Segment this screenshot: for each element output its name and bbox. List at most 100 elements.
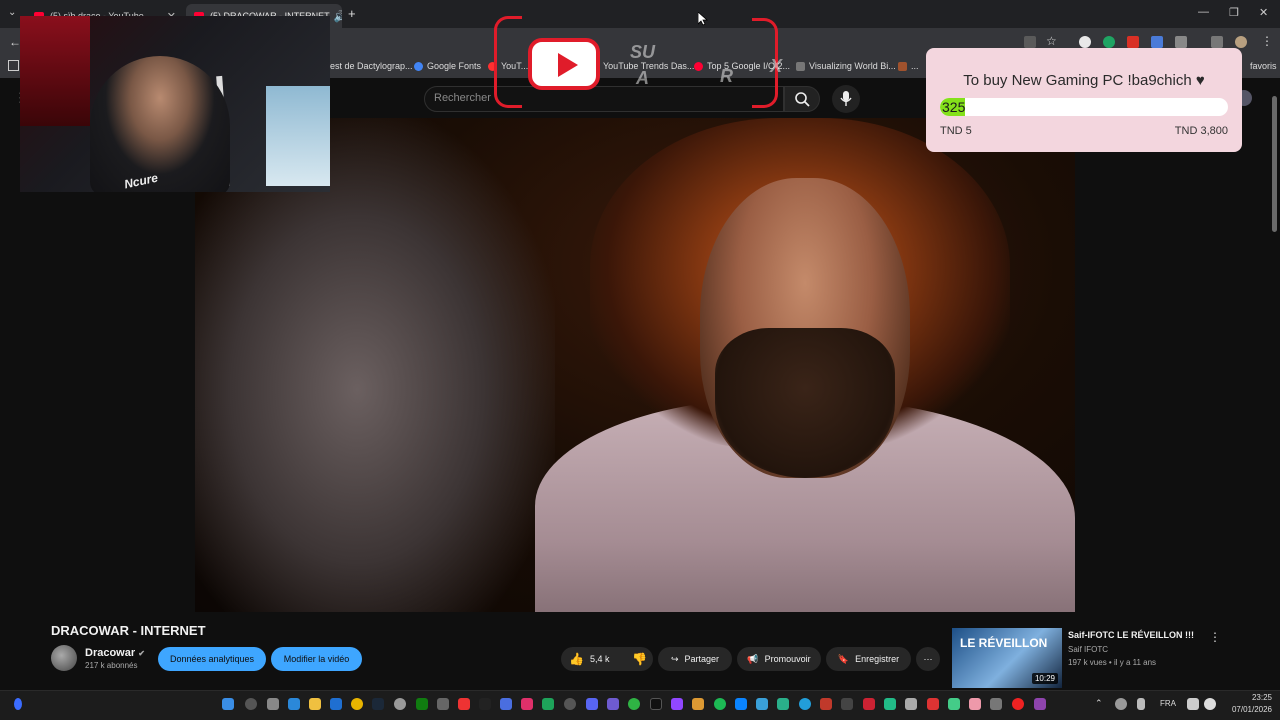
more-actions-button[interactable]: ⋯: [916, 647, 940, 671]
scrollbar-thumb[interactable]: [1272, 96, 1277, 232]
tray-cloud-icon[interactable]: [1115, 698, 1127, 710]
suggested-video-title[interactable]: Saif-IFOTC LE RÉVEILLON !!!: [1068, 630, 1194, 640]
taskbar-app-icon[interactable]: [628, 698, 640, 710]
taskbar-app-icon[interactable]: [905, 698, 917, 710]
cast-icon[interactable]: [1024, 36, 1036, 48]
taskbar-app-icon[interactable]: [437, 698, 449, 710]
browser-menu-icon[interactable]: ⋮: [1261, 34, 1273, 48]
bookmark-visualizing[interactable]: Visualizing World Bi...: [796, 61, 896, 71]
minimize-button[interactable]: —: [1198, 6, 1209, 18]
donation-goal-max: TND 3,800: [1174, 125, 1228, 137]
channel-name[interactable]: Dracowar ✔: [85, 647, 145, 659]
taskbar-app-icon[interactable]: [756, 698, 768, 710]
suggested-more-icon[interactable]: ⋮: [1209, 630, 1221, 644]
taskbar-app-icon[interactable]: [521, 698, 533, 710]
donation-goal-progress-bar: [940, 98, 1228, 116]
taskbar-app-icon[interactable]: [841, 698, 853, 710]
promote-button[interactable]: 📢 Promouvoir: [737, 647, 821, 671]
taskbar-app-icon[interactable]: [394, 698, 406, 710]
share-button[interactable]: ↪ Partager: [658, 647, 732, 671]
record-icon[interactable]: [1012, 698, 1024, 710]
tray-time[interactable]: 23:25: [1238, 693, 1272, 702]
taskbar-app-icon[interactable]: [479, 698, 491, 710]
suggested-video-thumbnail[interactable]: LE RÉVEILLON 10:29: [952, 628, 1062, 688]
search-input[interactable]: Rechercher: [434, 92, 491, 104]
tray-mic-icon[interactable]: [1137, 698, 1145, 710]
bookmark-google-fonts[interactable]: Google Fonts: [414, 61, 481, 71]
close-window-button[interactable]: ✕: [1259, 6, 1268, 19]
channel-avatar[interactable]: [51, 645, 77, 671]
voice-search-button[interactable]: [832, 85, 860, 113]
taskbar-app-icon[interactable]: [927, 698, 939, 710]
tray-date[interactable]: 07/01/2026: [1226, 705, 1272, 714]
tray-chevron-icon[interactable]: ⌃: [1095, 698, 1103, 709]
tray-volume-icon[interactable]: [1204, 698, 1216, 710]
extension-translate-icon[interactable]: [1151, 36, 1163, 48]
tray-language[interactable]: FRA: [1160, 699, 1176, 708]
taskbar-app-icon[interactable]: [692, 698, 704, 710]
edit-video-button[interactable]: Modifier la vidéo: [271, 647, 362, 671]
taskbar-app-icon[interactable]: [458, 698, 470, 710]
save-button[interactable]: 🔖 Enregistrer: [826, 647, 911, 671]
bookmark-dactylographie[interactable]: est de Dactylograp...: [330, 61, 413, 71]
file-explorer-icon[interactable]: [309, 698, 321, 710]
taskbar-app-icon[interactable]: [884, 698, 896, 710]
taskbar-app-icon[interactable]: [969, 698, 981, 710]
bookmark-icon: 🔖: [837, 653, 850, 664]
profile-avatar-icon[interactable]: [1235, 36, 1247, 48]
telegram-icon[interactable]: [799, 698, 811, 710]
taskbar-app-icon[interactable]: [735, 698, 747, 710]
suggested-video-channel[interactable]: Saif IFOTC: [1068, 645, 1108, 654]
extension-grammarly-icon[interactable]: [1103, 36, 1115, 48]
page-icon: [898, 61, 907, 71]
mouse-cursor-icon: [698, 12, 708, 26]
extension-red-icon[interactable]: [1127, 36, 1139, 48]
overlay-letter-r: R: [720, 66, 733, 86]
analytics-button[interactable]: Données analytiques: [158, 647, 266, 671]
bookmark-misc[interactable]: ...: [898, 61, 919, 71]
like-dislike-group: 👍 5,4 k 👍: [561, 647, 653, 671]
subscriber-count: 217 k abonnés: [85, 661, 138, 670]
media-controls-icon[interactable]: [1211, 36, 1223, 48]
star-bookmark-icon[interactable]: ☆: [1046, 34, 1057, 48]
taskbar-app-icon[interactable]: [564, 698, 576, 710]
xbox-icon[interactable]: [416, 698, 428, 710]
apps-grid-icon[interactable]: [8, 60, 19, 71]
taskbar-app-icon[interactable]: [542, 698, 554, 710]
taskbar-app-icon[interactable]: [863, 698, 875, 710]
task-view-icon[interactable]: [267, 698, 279, 710]
tray-display-icon[interactable]: [1187, 698, 1199, 710]
video-player[interactable]: [195, 118, 1075, 612]
start-menu-icon[interactable]: [222, 698, 234, 710]
bookmarks-favoris[interactable]: favoris: [1250, 61, 1277, 71]
like-icon[interactable]: 👍: [569, 652, 584, 666]
maximize-button[interactable]: ❐: [1229, 6, 1239, 19]
tab-search-chevron-icon[interactable]: ⌄: [8, 7, 16, 18]
verified-badge-icon: ✔: [138, 649, 145, 658]
search-button[interactable]: [784, 86, 820, 112]
discord-icon[interactable]: [586, 698, 598, 710]
steam-icon[interactable]: [372, 698, 384, 710]
taskbar-app-icon[interactable]: [288, 698, 300, 710]
extension-vpn-icon[interactable]: [1079, 36, 1091, 48]
chrome-icon[interactable]: [351, 698, 363, 710]
dislike-icon[interactable]: 👍: [632, 652, 647, 666]
taskbar-app-icon[interactable]: [1034, 698, 1046, 710]
youtube-play-logo-icon: [528, 38, 600, 90]
taskbar-app-icon[interactable]: [777, 698, 789, 710]
speaker-icon[interactable]: 🔊: [330, 10, 342, 23]
taskbar-app-icon[interactable]: [820, 698, 832, 710]
taskbar-app-icon[interactable]: [330, 698, 342, 710]
extensions-puzzle-icon[interactable]: [1175, 36, 1187, 48]
taskbar-app-icon[interactable]: [607, 698, 619, 710]
taskbar-app-icon[interactable]: [948, 698, 960, 710]
like-count[interactable]: 5,4 k: [590, 654, 610, 664]
new-tab-button[interactable]: +: [348, 6, 356, 21]
taskbar-search-icon[interactable]: [245, 698, 257, 710]
twitch-icon[interactable]: [671, 698, 683, 710]
taskbar-app-icon[interactable]: [500, 698, 512, 710]
taskbar-app-icon[interactable]: [650, 698, 662, 710]
widgets-icon[interactable]: [14, 698, 22, 710]
taskbar-app-icon[interactable]: [990, 698, 1002, 710]
spotify-icon[interactable]: [714, 698, 726, 710]
